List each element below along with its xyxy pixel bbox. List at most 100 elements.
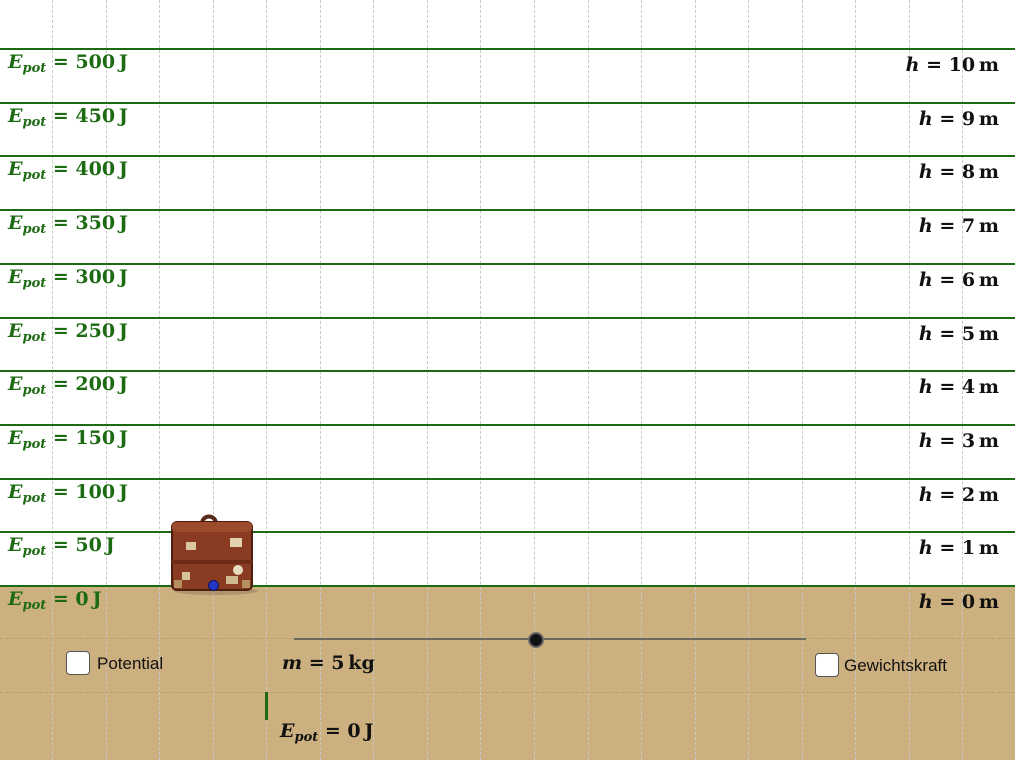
e-symbol: E — [8, 212, 23, 234]
height-level-label: h = 4 m — [919, 376, 999, 398]
equals-sign: = — [932, 269, 962, 291]
epot-level-label: Epot = 100 J — [8, 481, 128, 506]
energy-value: 250 — [75, 320, 116, 342]
h-symbol: h — [918, 323, 933, 345]
energy-unit: J — [105, 534, 115, 556]
h-symbol: h — [918, 484, 933, 506]
height-level-line — [0, 478, 1015, 480]
energy-bar — [265, 692, 268, 720]
equals-sign: = — [46, 212, 76, 234]
energy-value: 200 — [75, 373, 116, 395]
energy-unit: J — [92, 588, 102, 610]
energy-value: 400 — [75, 158, 116, 180]
energy-unit: J — [118, 158, 128, 180]
height-unit: m — [978, 376, 999, 398]
vertical-gridline — [213, 0, 214, 760]
e-symbol: E — [8, 320, 23, 342]
weight-force-checkbox[interactable] — [815, 653, 839, 677]
vertical-gridline — [748, 0, 749, 760]
height-level-label: h = 3 m — [919, 430, 999, 452]
epot-level-label: Epot = 250 J — [8, 320, 128, 345]
height-level-label: h = 0 m — [919, 591, 999, 613]
epot-level-label: Epot = 200 J — [8, 373, 128, 398]
height-value: 3 — [961, 430, 976, 452]
e-symbol: E — [8, 534, 23, 556]
epot-level-label: Epot = 500 J — [8, 51, 128, 76]
height-level-line — [0, 370, 1015, 372]
height-level-line — [0, 155, 1015, 157]
h-symbol: h — [918, 108, 933, 130]
height-unit: m — [978, 161, 999, 183]
e-symbol: E — [8, 266, 23, 288]
energy-value: 300 — [75, 266, 116, 288]
height-level-label: h = 10 m — [906, 54, 999, 76]
height-value: 4 — [961, 376, 976, 398]
h-symbol: h — [905, 54, 920, 76]
vertical-gridline — [320, 0, 321, 760]
height-value: 10 — [948, 54, 976, 76]
mass-slider-track[interactable] — [294, 638, 806, 640]
energy-unit: J — [118, 212, 128, 234]
pot-subscript: pot — [22, 544, 47, 559]
equals-sign: = — [46, 158, 76, 180]
mass-slider-knob[interactable] — [528, 632, 544, 648]
height-value: 9 — [961, 108, 976, 130]
e-symbol: E — [8, 373, 23, 395]
h-symbol: h — [918, 376, 933, 398]
geogebra-canvas[interactable]: Epot = 500 Jh = 10 m Epot = 450 Jh = 9 mE… — [0, 0, 1015, 760]
vertical-gridline — [427, 0, 428, 760]
height-level-label: h = 9 m — [919, 108, 999, 130]
equals-sign: = — [46, 427, 76, 449]
equals-sign: = — [46, 588, 76, 610]
energy-unit: J — [118, 51, 128, 73]
height-level-line — [0, 48, 1015, 50]
height-level-label: h = 7 m — [919, 215, 999, 237]
h-symbol: h — [918, 161, 933, 183]
vertical-gridline — [909, 0, 910, 760]
energy-unit: J — [118, 320, 128, 342]
equals-sign: = — [932, 108, 962, 130]
pot-subscript: pot — [22, 383, 47, 398]
mass-unit: kg — [348, 652, 375, 674]
height-value: 6 — [961, 269, 976, 291]
h-symbol: h — [918, 430, 933, 452]
epot-level-label: Epot = 0 J — [8, 588, 101, 613]
height-unit: m — [978, 54, 999, 76]
energy-value: 500 — [75, 51, 116, 73]
energy-unit: J — [118, 105, 128, 127]
epot-level-label: Epot = 300 J — [8, 266, 128, 291]
height-level-line — [0, 209, 1015, 211]
height-unit: m — [978, 215, 999, 237]
equals-sign: = — [46, 105, 76, 127]
suitcase-drag-point[interactable] — [208, 580, 219, 591]
readout-e-symbol: E — [280, 720, 295, 742]
height-value: 8 — [961, 161, 976, 183]
h-symbol: h — [918, 215, 933, 237]
height-unit: m — [978, 484, 999, 506]
h-symbol: h — [918, 591, 933, 613]
horizontal-gridline — [0, 692, 1015, 693]
energy-value: 50 — [75, 534, 102, 556]
epot-level-label: Epot = 400 J — [8, 158, 128, 183]
equals-sign: = — [932, 430, 962, 452]
e-symbol: E — [8, 427, 23, 449]
pot-subscript: pot — [22, 168, 47, 183]
epot-level-label: Epot = 350 J — [8, 212, 128, 237]
epot-readout: Epot = 0 J — [280, 720, 373, 745]
energy-value: 0 — [75, 588, 89, 610]
height-value: 2 — [961, 484, 976, 506]
readout-pot-subscript: pot — [294, 730, 319, 745]
pot-subscript: pot — [22, 61, 47, 76]
height-level-label: h = 5 m — [919, 323, 999, 345]
equals-sign: = — [932, 537, 962, 559]
equals-sign: = — [932, 591, 962, 613]
equals-sign: = — [46, 481, 76, 503]
e-symbol: E — [8, 481, 23, 503]
equals-sign: = — [932, 215, 962, 237]
potential-checkbox[interactable] — [66, 651, 90, 675]
energy-value: 350 — [75, 212, 116, 234]
pot-subscript: pot — [22, 330, 47, 345]
height-value: 5 — [961, 323, 976, 345]
weight-force-label: Gewichtskraft — [844, 656, 947, 675]
vertical-gridline — [855, 0, 856, 760]
